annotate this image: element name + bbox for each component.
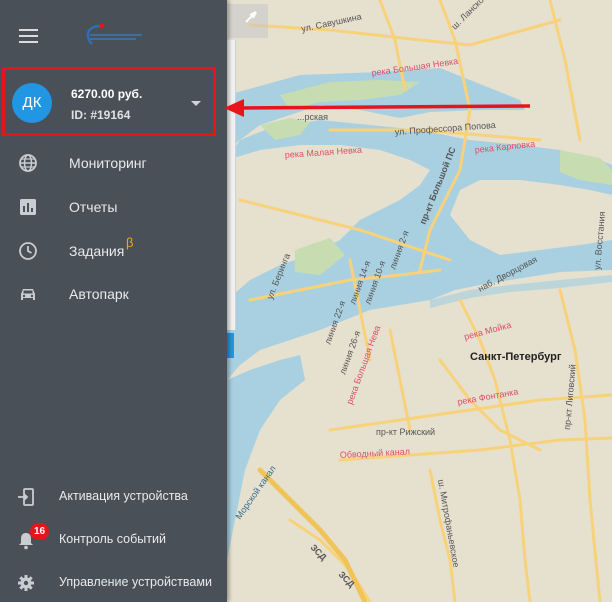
nav-label-fleet: Автопарк <box>69 286 129 302</box>
nav-item-reports[interactable]: Отчеты <box>0 187 227 227</box>
city-label: Санкт-Петербург <box>470 351 562 363</box>
street-rizhsky: пр-кт Рижский <box>376 427 435 437</box>
nav-item-device-activation[interactable]: Активация устройства <box>0 479 227 515</box>
device-login-icon <box>18 488 34 506</box>
clock-icon <box>19 242 37 260</box>
map-compass-control[interactable] <box>228 4 268 38</box>
chevron-down-icon <box>191 101 201 106</box>
nav-label-tasks: Задания <box>69 243 125 259</box>
notification-count-badge: 16 <box>30 523 49 540</box>
sidebar: ДК 6270.00 руб. ID: #19164 Мониторинг От… <box>0 0 227 602</box>
company-logo <box>86 23 142 45</box>
car-icon <box>21 289 35 300</box>
nav-label-reports: Отчеты <box>69 199 118 215</box>
panel-toggle-tab[interactable] <box>227 333 234 358</box>
nav-item-tasks[interactable]: Задания β <box>0 231 227 271</box>
globe-icon <box>19 154 37 172</box>
beta-badge: β <box>126 235 134 250</box>
account-selector[interactable]: ДК 6270.00 руб. ID: #19164 <box>2 67 216 136</box>
nav-item-event-control[interactable]: 16 Контроль событий <box>0 522 227 558</box>
nav-item-fleet[interactable]: Автопарк <box>0 274 227 314</box>
gear-icon <box>18 575 34 591</box>
account-id: ID: #19164 <box>71 108 131 122</box>
annotation-arrow <box>224 99 531 117</box>
nav-item-monitoring[interactable]: Мониторинг <box>0 143 227 183</box>
collapsed-panel-edge <box>227 40 236 330</box>
compass-icon <box>245 11 257 23</box>
account-balance: 6270.00 руб. <box>71 87 143 101</box>
nav-label-device-management: Управление устройствами <box>59 575 212 589</box>
nav-item-device-management[interactable]: Управление устройствами <box>0 565 227 601</box>
avatar: ДК <box>12 83 52 123</box>
nav-label-event-control: Контроль событий <box>59 532 166 546</box>
nav-label-device-activation: Активация устройства <box>59 489 188 503</box>
nav-label-monitoring: Мониторинг <box>69 155 147 171</box>
menu-icon[interactable] <box>19 29 38 43</box>
bar-chart-icon <box>20 199 36 215</box>
